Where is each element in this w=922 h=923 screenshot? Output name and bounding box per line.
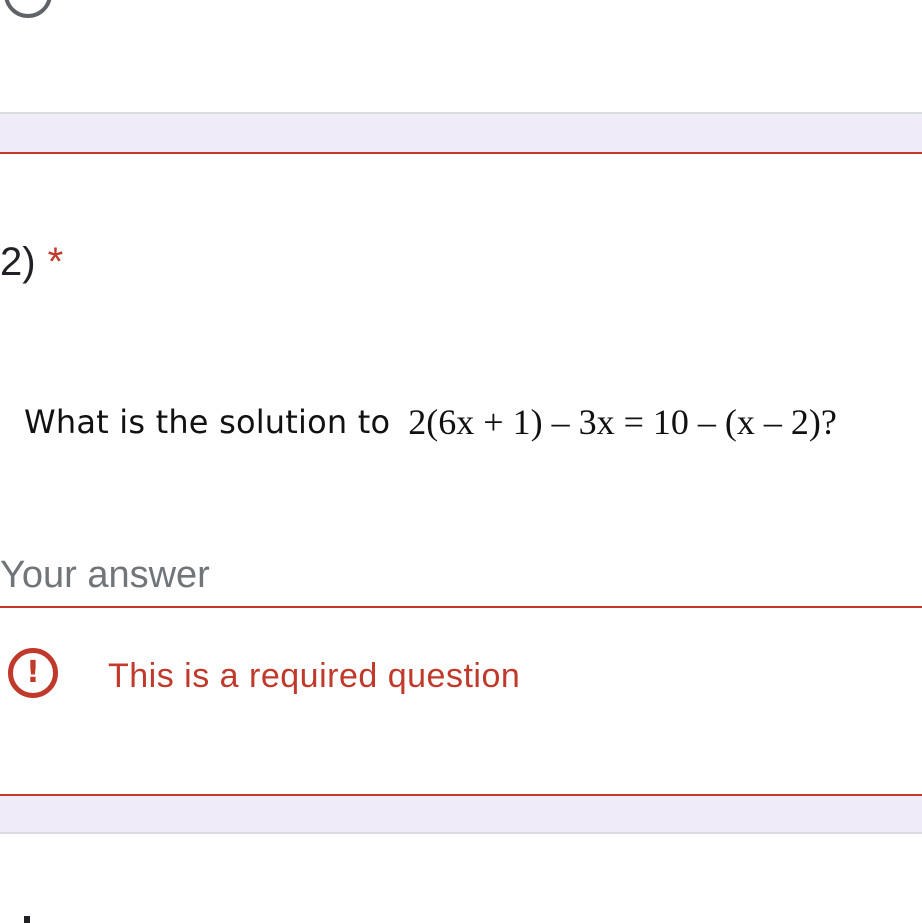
radio-option-icon[interactable] bbox=[4, 0, 52, 18]
question-card: 2) * What is the solution to 2(6x + 1) – … bbox=[0, 152, 922, 796]
exclamation-icon: ! bbox=[8, 648, 58, 698]
error-message: This is a required question bbox=[108, 657, 521, 695]
question-equation: 2(6x + 1) – 3x = 10 – (x – 2)? bbox=[408, 402, 837, 442]
question-title: 2) * bbox=[0, 238, 63, 286]
card-separator bbox=[0, 114, 922, 152]
question-image: What is the solution to 2(6x + 1) – 3x =… bbox=[24, 400, 837, 444]
next-question-number bbox=[24, 916, 30, 923]
answer-input[interactable] bbox=[0, 544, 922, 608]
question-prompt: What is the solution to bbox=[24, 403, 391, 441]
previous-question-card bbox=[0, 0, 922, 114]
form-page: 2) * What is the solution to 2(6x + 1) – … bbox=[0, 0, 922, 923]
validation-error: ! This is a required question bbox=[0, 648, 922, 704]
required-asterisk: * bbox=[47, 240, 64, 284]
card-separator bbox=[0, 796, 922, 832]
next-question-card bbox=[0, 832, 922, 923]
question-number: 2) bbox=[0, 240, 36, 284]
